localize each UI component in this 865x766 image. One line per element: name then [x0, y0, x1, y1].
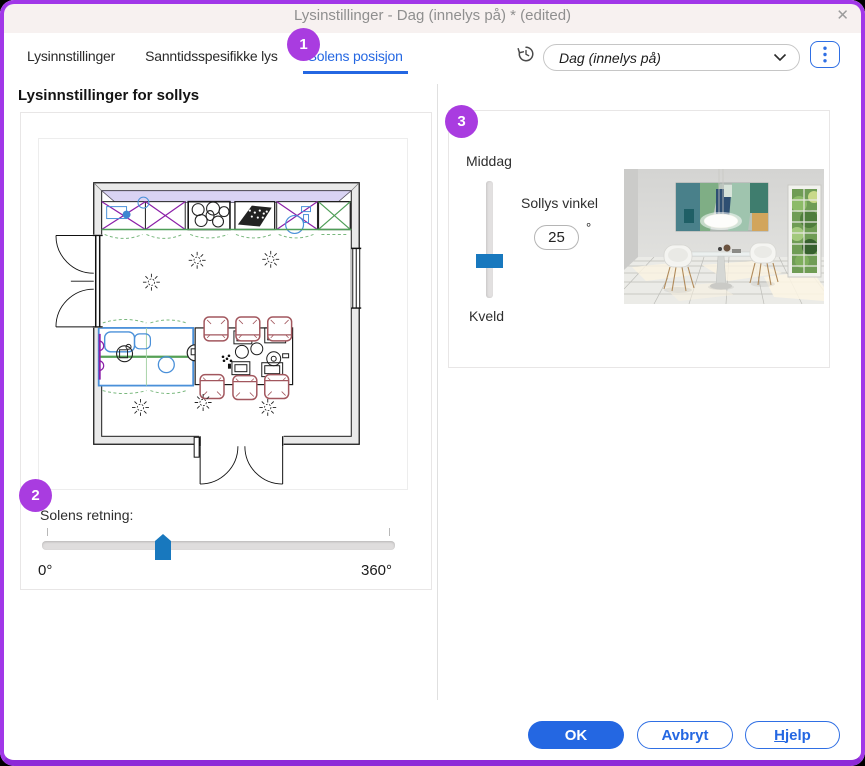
top-wall-band: [100, 190, 353, 204]
history-restore-icon: [517, 46, 534, 62]
vertical-divider: [437, 84, 438, 700]
history-button[interactable]: [514, 42, 538, 66]
bottom-double-door: [193, 435, 284, 485]
step-badge-2: 2: [19, 479, 52, 512]
pendant-lamp: [703, 213, 739, 229]
sun-angle-input[interactable]: [534, 225, 579, 250]
slider-tick-min: [47, 528, 48, 536]
tab-realtime-lights[interactable]: Sanntidsspesifikke lys: [145, 48, 278, 74]
sun-direction-max-label: 360°: [361, 562, 393, 579]
sunlight-settings-heading: Lysinnstillinger for sollys: [18, 87, 200, 104]
preset-value: Dag (innelys på): [559, 49, 661, 66]
noon-label: Middag: [466, 153, 512, 169]
close-icon[interactable]: ✕: [836, 7, 849, 25]
sun-direction-min-label: 0°: [38, 562, 53, 579]
title-bar: Lysinstillinger - Dag (innelys på) * (ed…: [0, 0, 865, 33]
evening-label: Kveld: [469, 308, 505, 324]
slider-tick-max: [389, 528, 390, 536]
garden-door: [787, 184, 822, 278]
kitchen-island: [97, 318, 204, 395]
degree-unit: °: [586, 220, 592, 235]
right-window: [351, 247, 362, 309]
floor-plan-box: [38, 138, 408, 490]
tab-bar: Lysinnstillinger Sanntidsspesifikke lys …: [27, 48, 408, 74]
sun-elevation-slider[interactable]: [486, 181, 493, 298]
help-button[interactable]: Hjelp: [745, 721, 840, 749]
sun-elevation-slider-thumb[interactable]: [476, 254, 503, 268]
tab-sun-position[interactable]: Solens posisjon: [302, 48, 408, 74]
sun-direction-label: Solens retning:: [40, 507, 134, 523]
floor-plan-image: [55, 182, 362, 485]
chevron-down-icon: [773, 53, 787, 62]
sun-direction-slider[interactable]: [42, 541, 395, 550]
step-badge-1: 1: [287, 28, 320, 61]
ok-button[interactable]: OK: [528, 721, 624, 749]
room-preview-image: [624, 169, 824, 304]
step-badge-3: 3: [445, 105, 478, 138]
cancel-button[interactable]: Avbryt: [637, 721, 733, 749]
left-double-door: [55, 234, 103, 328]
tab-light-settings[interactable]: Lysinnstillinger: [27, 48, 115, 74]
window-title: Lysinstillinger - Dag (innelys på) * (ed…: [293, 7, 572, 24]
sun-angle-label: Sollys vinkel: [521, 195, 599, 211]
kebab-menu-icon: [823, 46, 827, 63]
more-options-button[interactable]: [810, 41, 840, 68]
preset-dropdown[interactable]: Dag (innelys på): [543, 44, 800, 71]
light-settings-dialog: Lysinstillinger - Dag (innelys på) * (ed…: [0, 0, 865, 766]
